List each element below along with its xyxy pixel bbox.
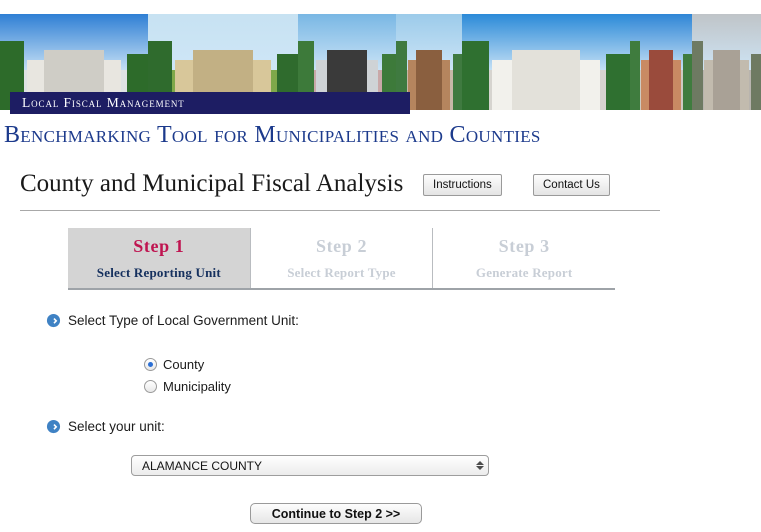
unit-prompt-text: Select your unit: bbox=[68, 419, 165, 434]
banner-photo-asheville-city-hall bbox=[630, 14, 692, 110]
unit-select[interactable]: ALAMANCE COUNTY bbox=[131, 455, 489, 476]
banner-label: Local Fiscal Management bbox=[10, 92, 410, 114]
unit-prompt: Select your unit: bbox=[46, 419, 165, 434]
radio-option-municipality[interactable]: Municipality bbox=[144, 375, 231, 397]
site-subtitle: Benchmarking Tool for Municipalities and… bbox=[4, 122, 541, 148]
radio-button-county[interactable] bbox=[144, 357, 157, 371]
tab-step-2-number: Step 2 bbox=[315, 236, 368, 256]
arrow-circle-icon bbox=[46, 419, 61, 434]
tab-step-2-label: Select Report Type bbox=[287, 265, 396, 280]
banner-photo-stone-office-building bbox=[692, 14, 761, 110]
chevron-updown-icon[interactable] bbox=[472, 456, 488, 475]
instructions-button[interactable]: Instructions bbox=[423, 174, 502, 196]
radio-label-county: County bbox=[163, 356, 205, 372]
step-tabs: Step 1 Select Reporting Unit Step 2 Select … bbox=[68, 228, 615, 290]
unit-select-value: ALAMANCE COUNTY bbox=[142, 458, 263, 473]
tab-step-3-label: Generate Report bbox=[475, 265, 573, 280]
contact-us-button[interactable]: Contact Us bbox=[533, 174, 610, 196]
government-type-prompt-text: Select Type of Local Government Unit: bbox=[68, 313, 299, 328]
radio-label-municipality: Municipality bbox=[163, 378, 231, 394]
banner-photo-nc-legislative-building bbox=[462, 14, 630, 110]
tab-step-1-number: Step 1 bbox=[133, 236, 185, 256]
continue-to-step-2-button[interactable]: Continue to Step 2 >> bbox=[250, 503, 422, 524]
tab-step-3-number: Step 3 bbox=[498, 236, 550, 256]
header-divider bbox=[20, 210, 660, 211]
tab-step-3[interactable]: Step 3 Generate Report bbox=[432, 228, 615, 288]
page-title: County and Municipal Fiscal Analysis bbox=[20, 170, 404, 197]
tab-step-1[interactable]: Step 1 Select Reporting Unit bbox=[68, 228, 250, 288]
radio-button-municipality[interactable] bbox=[144, 379, 157, 393]
government-type-prompt: Select Type of Local Government Unit: bbox=[46, 313, 299, 328]
tab-step-1-label: Select Reporting Unit bbox=[96, 265, 221, 280]
arrow-circle-icon bbox=[46, 313, 61, 328]
radio-option-county[interactable]: County bbox=[144, 353, 231, 375]
tab-step-2[interactable]: Step 2 Select Report Type bbox=[249, 228, 433, 288]
government-type-radio-group: County Municipality bbox=[144, 353, 231, 397]
